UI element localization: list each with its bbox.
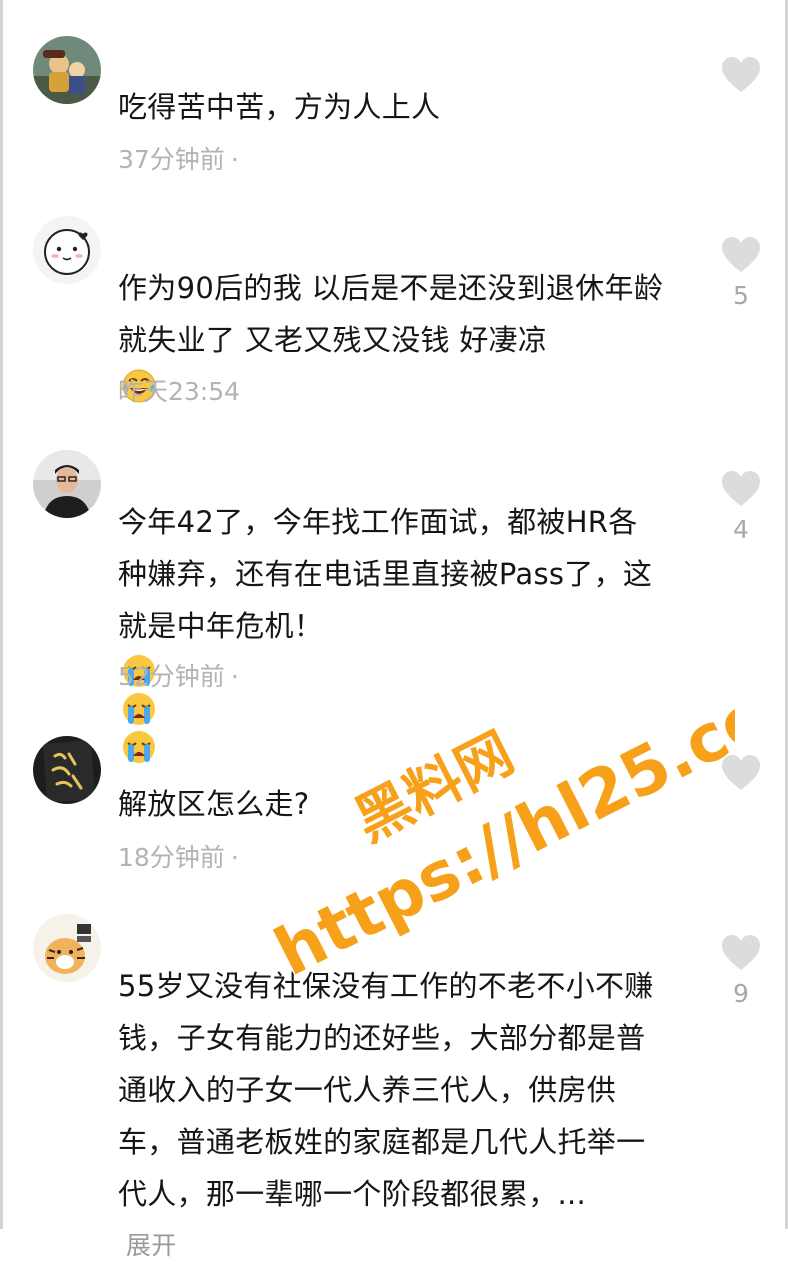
comment-line: 吃得苦中苦，方为人上人: [118, 90, 441, 124]
comment-line: 通收入的子女一代人养三代人，供房供: [118, 1073, 617, 1107]
heart-icon: [722, 471, 760, 506]
comment-line: 今年42了，今年找工作面试，都被HR各: [118, 505, 638, 539]
comment-text: 今年42了，今年找工作面试，都被HR各 种嫌弃，还有在电话里直接被Pass了，这…: [118, 496, 698, 766]
comment-meta: 52分钟前 ·: [118, 662, 239, 692]
like-count: 5: [733, 281, 749, 310]
avatar[interactable]: [33, 736, 101, 804]
avatar[interactable]: [33, 450, 101, 518]
meta-dot: ·: [230, 662, 239, 691]
comment-text: 55岁又没有社保没有工作的不老不小不赚 钱，子女有能力的还好些，大部分都是普 通…: [118, 960, 698, 1272]
expand-link[interactable]: 展开: [126, 1220, 698, 1272]
comment-line: 车，普通老板姓的家庭都是几代人托举一: [118, 1125, 646, 1159]
loudly-crying-emoji: [120, 728, 158, 766]
heart-icon: [722, 57, 760, 92]
comment-time: 52分钟前: [118, 662, 225, 691]
heart-icon: [722, 237, 760, 272]
comment-meta: 18分钟前 ·: [118, 843, 239, 873]
comment-time: 37分钟前: [118, 145, 225, 174]
comment-line-with-expand: 代人，那一辈哪一个阶段都很累，... 展开: [118, 1168, 698, 1272]
like-button[interactable]: 4: [717, 470, 765, 544]
meta-dot: ·: [230, 843, 239, 872]
comment-line: 作为90后的我 以后是不是还没到退休年龄: [118, 271, 664, 305]
comment-text: 解放区怎么走?: [118, 778, 698, 830]
screen-edge-left: [0, 0, 3, 1229]
like-button[interactable]: [717, 754, 765, 792]
comment-meta: 37分钟前 ·: [118, 145, 239, 175]
loudly-crying-emoji: [120, 690, 158, 728]
avatar[interactable]: [33, 914, 101, 982]
like-button[interactable]: 5: [717, 236, 765, 310]
comment-line: 解放区怎么走?: [118, 787, 310, 821]
like-count: 4: [733, 515, 749, 544]
like-button[interactable]: 9: [717, 934, 765, 1008]
comment-time: 18分钟前: [118, 843, 225, 872]
comment-line: 就失业了 又老又残又没钱 好凄凉: [118, 323, 548, 357]
comment-line: 种嫌弃，还有在电话里直接被Pass了，这: [118, 557, 653, 591]
avatar[interactable]: [33, 36, 101, 104]
heart-icon: [722, 935, 760, 970]
comment-line: 钱，子女有能力的还好些，大部分都是普: [118, 1021, 646, 1055]
comment-line: 55岁又没有社保没有工作的不老不小不赚: [118, 969, 654, 1003]
comment-meta: 昨天23:54: [118, 377, 240, 407]
like-count: 9: [733, 979, 749, 1008]
avatar[interactable]: [33, 216, 101, 284]
heart-icon: [722, 755, 760, 790]
comment-line: 代人，那一辈哪一个阶段都很累，...: [118, 1177, 587, 1211]
like-button[interactable]: [717, 56, 765, 94]
comment-time: 昨天23:54: [118, 377, 241, 406]
comment-text: 吃得苦中苦，方为人上人: [118, 81, 698, 133]
meta-dot: ·: [230, 145, 239, 174]
comment-line: 就是中年危机！: [118, 609, 324, 643]
